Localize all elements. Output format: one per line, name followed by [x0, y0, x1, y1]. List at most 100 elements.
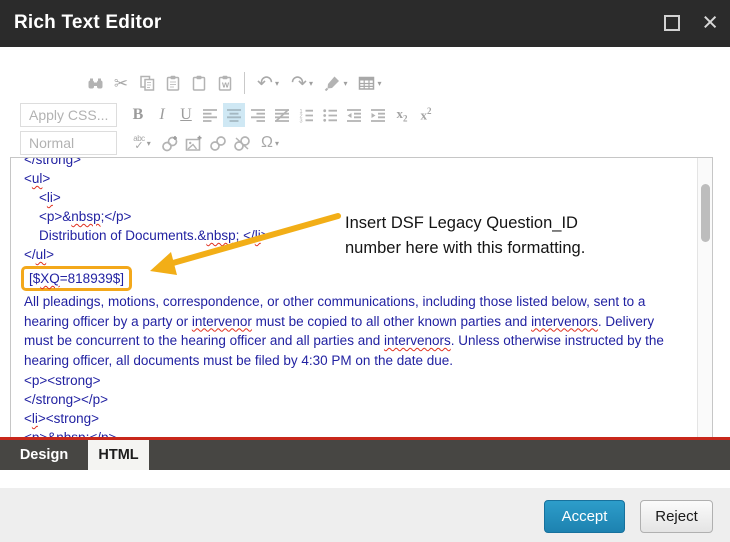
spellcheck-icon: abc ✓ — [133, 135, 144, 152]
insert-link-icon — [161, 135, 179, 152]
justify-none-icon — [274, 108, 290, 123]
numbered-list-button[interactable]: 1 2 3 — [295, 103, 317, 127]
copy-icon — [139, 75, 156, 91]
undo-icon: ↶ — [257, 74, 273, 93]
italic-button[interactable]: I — [151, 103, 173, 127]
legacy-question-id-token: [$XQ=818939$] — [29, 271, 124, 286]
legacy-question-id-highlight-box: [$XQ=818939$] — [21, 266, 132, 291]
code-line: <p>&nbsp;</p> — [24, 207, 672, 226]
svg-text:W: W — [222, 81, 230, 90]
unlink-button[interactable] — [231, 131, 253, 155]
toolbar-row-insert: Normal abc ✓ ▾ — [20, 130, 285, 156]
code-line: </ul> — [24, 245, 672, 264]
spellcheck-button[interactable]: abc ✓ ▾ — [127, 131, 157, 155]
bold-icon: B — [133, 106, 144, 124]
insert-link-button[interactable] — [159, 131, 181, 155]
unordered-list-icon — [322, 108, 338, 123]
paste-plain-text-button[interactable] — [188, 71, 210, 95]
remove-alignment-button[interactable] — [271, 103, 293, 127]
chevron-down-icon: ▾ — [309, 79, 313, 88]
dialog-header: Rich Text Editor × — [0, 0, 730, 47]
clipboard-icon — [165, 75, 181, 91]
toolbar-row-formatting: Apply CSS... B I U — [20, 102, 437, 128]
superscript-button[interactable]: x2 — [415, 103, 437, 127]
superscript-icon: x2 — [421, 106, 432, 123]
dialog-footer: Accept Reject — [0, 488, 730, 542]
code-line: Distribution of Documents.&nbsp; </li> — [24, 226, 672, 245]
html-source-textarea[interactable]: </strong> <ul> <li> <p>&nbsp;</p> Distri… — [10, 157, 713, 437]
special-character-button[interactable]: Ω ▾ — [255, 131, 285, 155]
code-line: </strong></p> — [24, 390, 672, 409]
align-center-icon — [226, 108, 242, 123]
toolbar-separator — [244, 72, 245, 94]
code-line: <li> — [24, 188, 672, 207]
align-left-button[interactable] — [199, 103, 221, 127]
cut-button[interactable]: ✂ — [110, 71, 132, 95]
code-line: <p><strong> — [24, 371, 672, 390]
subscript-icon: x2 — [397, 106, 408, 124]
outdent-button[interactable] — [343, 103, 365, 127]
bullet-list-button[interactable] — [319, 103, 341, 127]
omega-icon: Ω — [261, 135, 273, 151]
unlink-icon — [233, 135, 251, 152]
code-line: </strong> — [24, 157, 672, 169]
find-button[interactable] — [84, 71, 106, 95]
copy-button[interactable] — [136, 71, 158, 95]
code-line: <li><strong> — [24, 409, 672, 428]
insert-image-icon — [185, 135, 203, 152]
chevron-down-icon: ▾ — [343, 79, 347, 88]
insert-table-button[interactable]: ▾ — [355, 71, 385, 95]
view-mode-tabbar: Design HTML — [0, 440, 730, 470]
reject-button[interactable]: Reject — [640, 500, 713, 533]
table-icon — [358, 75, 375, 91]
format-painter-button[interactable]: ▾ — [321, 71, 351, 95]
bold-button[interactable]: B — [127, 103, 149, 127]
dialog-title: Rich Text Editor — [14, 12, 161, 34]
body-paragraph: All pleadings, motions, correspondence, … — [24, 292, 672, 370]
editor-scrollbar-thumb[interactable] — [701, 184, 710, 242]
align-right-button[interactable] — [247, 103, 269, 127]
indent-icon — [370, 108, 386, 123]
align-center-button[interactable] — [223, 103, 245, 127]
editor-scrollbar[interactable] — [697, 158, 712, 437]
link-manager-button[interactable] — [207, 131, 229, 155]
align-left-icon — [202, 108, 218, 123]
undo-button[interactable]: ↶▾ — [253, 71, 283, 95]
italic-icon: I — [159, 106, 164, 124]
clipboard-plain-icon — [191, 75, 207, 91]
html-source-content: </strong> <ul> <li> <p>&nbsp;</p> Distri… — [11, 157, 712, 437]
code-line: <p>&nbsp;</p> — [24, 428, 672, 437]
maximize-icon[interactable] — [664, 15, 680, 31]
paste-button[interactable] — [162, 71, 184, 95]
ordered-list-icon: 1 2 3 — [298, 108, 314, 123]
legacy-question-id-line: [$XQ=818939$] — [21, 266, 672, 291]
redo-icon: ↷ — [291, 74, 307, 93]
chevron-down-icon: ▾ — [377, 79, 381, 88]
rich-text-editor-dialog: Rich Text Editor × ✂ — [0, 0, 730, 542]
redo-button[interactable]: ↷▾ — [287, 71, 317, 95]
close-icon[interactable]: × — [702, 6, 718, 39]
apply-css-dropdown[interactable]: Apply CSS... — [20, 103, 117, 127]
indent-button[interactable] — [367, 103, 389, 127]
align-right-icon — [250, 108, 266, 123]
scissors-icon: ✂ — [114, 75, 128, 92]
code-line: <ul> — [24, 169, 672, 188]
chevron-down-icon: ▾ — [275, 79, 279, 88]
paragraph-style-dropdown[interactable]: Normal — [20, 131, 117, 155]
subscript-button[interactable]: x2 — [391, 103, 413, 127]
clipboard-word-icon: W — [217, 75, 233, 91]
toolbar-row-clipboard: ✂ W — [84, 70, 385, 96]
chevron-down-icon: ▾ — [275, 139, 279, 148]
paintbrush-icon — [324, 75, 341, 91]
svg-text:3: 3 — [300, 118, 303, 123]
paste-from-word-button[interactable]: W — [214, 71, 236, 95]
tab-html[interactable]: HTML — [88, 440, 149, 470]
binoculars-icon — [87, 76, 104, 91]
underline-button[interactable]: U — [175, 103, 197, 127]
tab-design[interactable]: Design — [0, 440, 88, 470]
outdent-icon — [346, 108, 362, 123]
underline-icon: U — [180, 106, 192, 124]
insert-image-button[interactable] — [183, 131, 205, 155]
link-icon — [209, 135, 227, 152]
accept-button[interactable]: Accept — [544, 500, 625, 533]
